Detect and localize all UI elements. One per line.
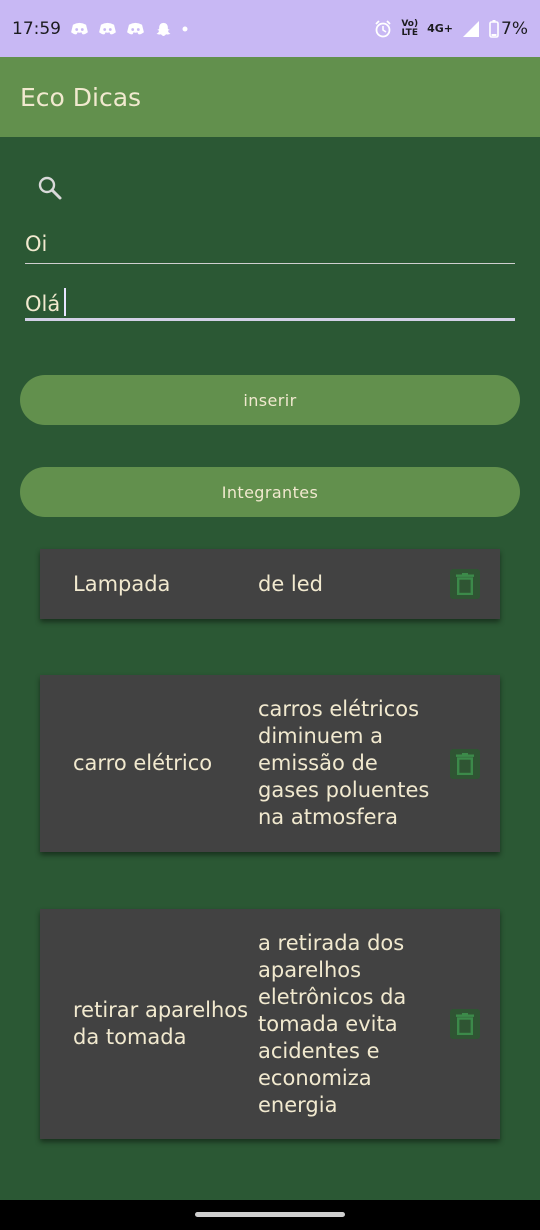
tip-description: de led (258, 571, 324, 596)
discord-icon (127, 22, 144, 34)
status-time: 17:59 (12, 18, 61, 39)
navigation-bar (0, 1200, 540, 1230)
volte-bottom: LTE (401, 27, 418, 38)
battery-icon (489, 19, 499, 38)
discord-icon (99, 22, 116, 34)
trash-icon (456, 752, 474, 775)
status-right: Vo) LTE 4G+ 7% (374, 19, 528, 39)
members-button-label: Integrantes (221, 482, 319, 502)
description-input[interactable]: Olá (25, 288, 515, 321)
delete-button[interactable] (450, 1009, 480, 1039)
tip-card: retirar aparelhos da tomada a retirada d… (40, 909, 500, 1139)
tip-name: carro elétrico (73, 751, 213, 775)
status-left: 17:59 (12, 19, 188, 39)
insert-button[interactable]: inserir (20, 375, 520, 425)
trash-icon (456, 1013, 474, 1035)
snapchat-icon (156, 22, 171, 36)
description-input-value: Olá (25, 292, 61, 316)
tip-description: a retirada dos aparelhos eletrônicos da … (258, 930, 407, 1117)
tip-name: retirar aparelhos da tomada (73, 998, 249, 1049)
alarm-icon (375, 19, 391, 37)
search-icon[interactable] (36, 174, 64, 202)
discord-icon (71, 22, 88, 34)
status-bar: 17:59 Vo) LTE 4G+ 7% (0, 0, 540, 57)
tip-card: carro elétrico carros elétricos diminuem… (40, 675, 500, 852)
tip-description: carros elétricos diminuem a emissão de g… (258, 697, 430, 829)
tip-card: Lampada de led (40, 549, 500, 619)
app-title: Eco Dicas (20, 82, 142, 112)
home-handle[interactable] (195, 1212, 345, 1217)
members-button[interactable]: Integrantes (20, 467, 520, 517)
trash-icon (456, 573, 474, 595)
tip-name: Lampada (73, 571, 171, 596)
name-input[interactable]: Oi (25, 232, 515, 264)
volte-indicator: Vo) LTE (401, 19, 418, 38)
delete-button[interactable] (450, 748, 480, 779)
app-bar: Eco Dicas (0, 57, 540, 137)
network-type: 4G+ (427, 22, 454, 35)
signal-icon (463, 20, 480, 37)
battery: 7% (489, 19, 528, 39)
notification-dot-icon (182, 26, 188, 31)
text-cursor (64, 288, 67, 316)
insert-button-label: inserir (243, 390, 297, 410)
battery-percent: 7% (501, 18, 528, 39)
name-input-value: Oi (25, 232, 48, 256)
delete-button[interactable] (450, 569, 480, 599)
